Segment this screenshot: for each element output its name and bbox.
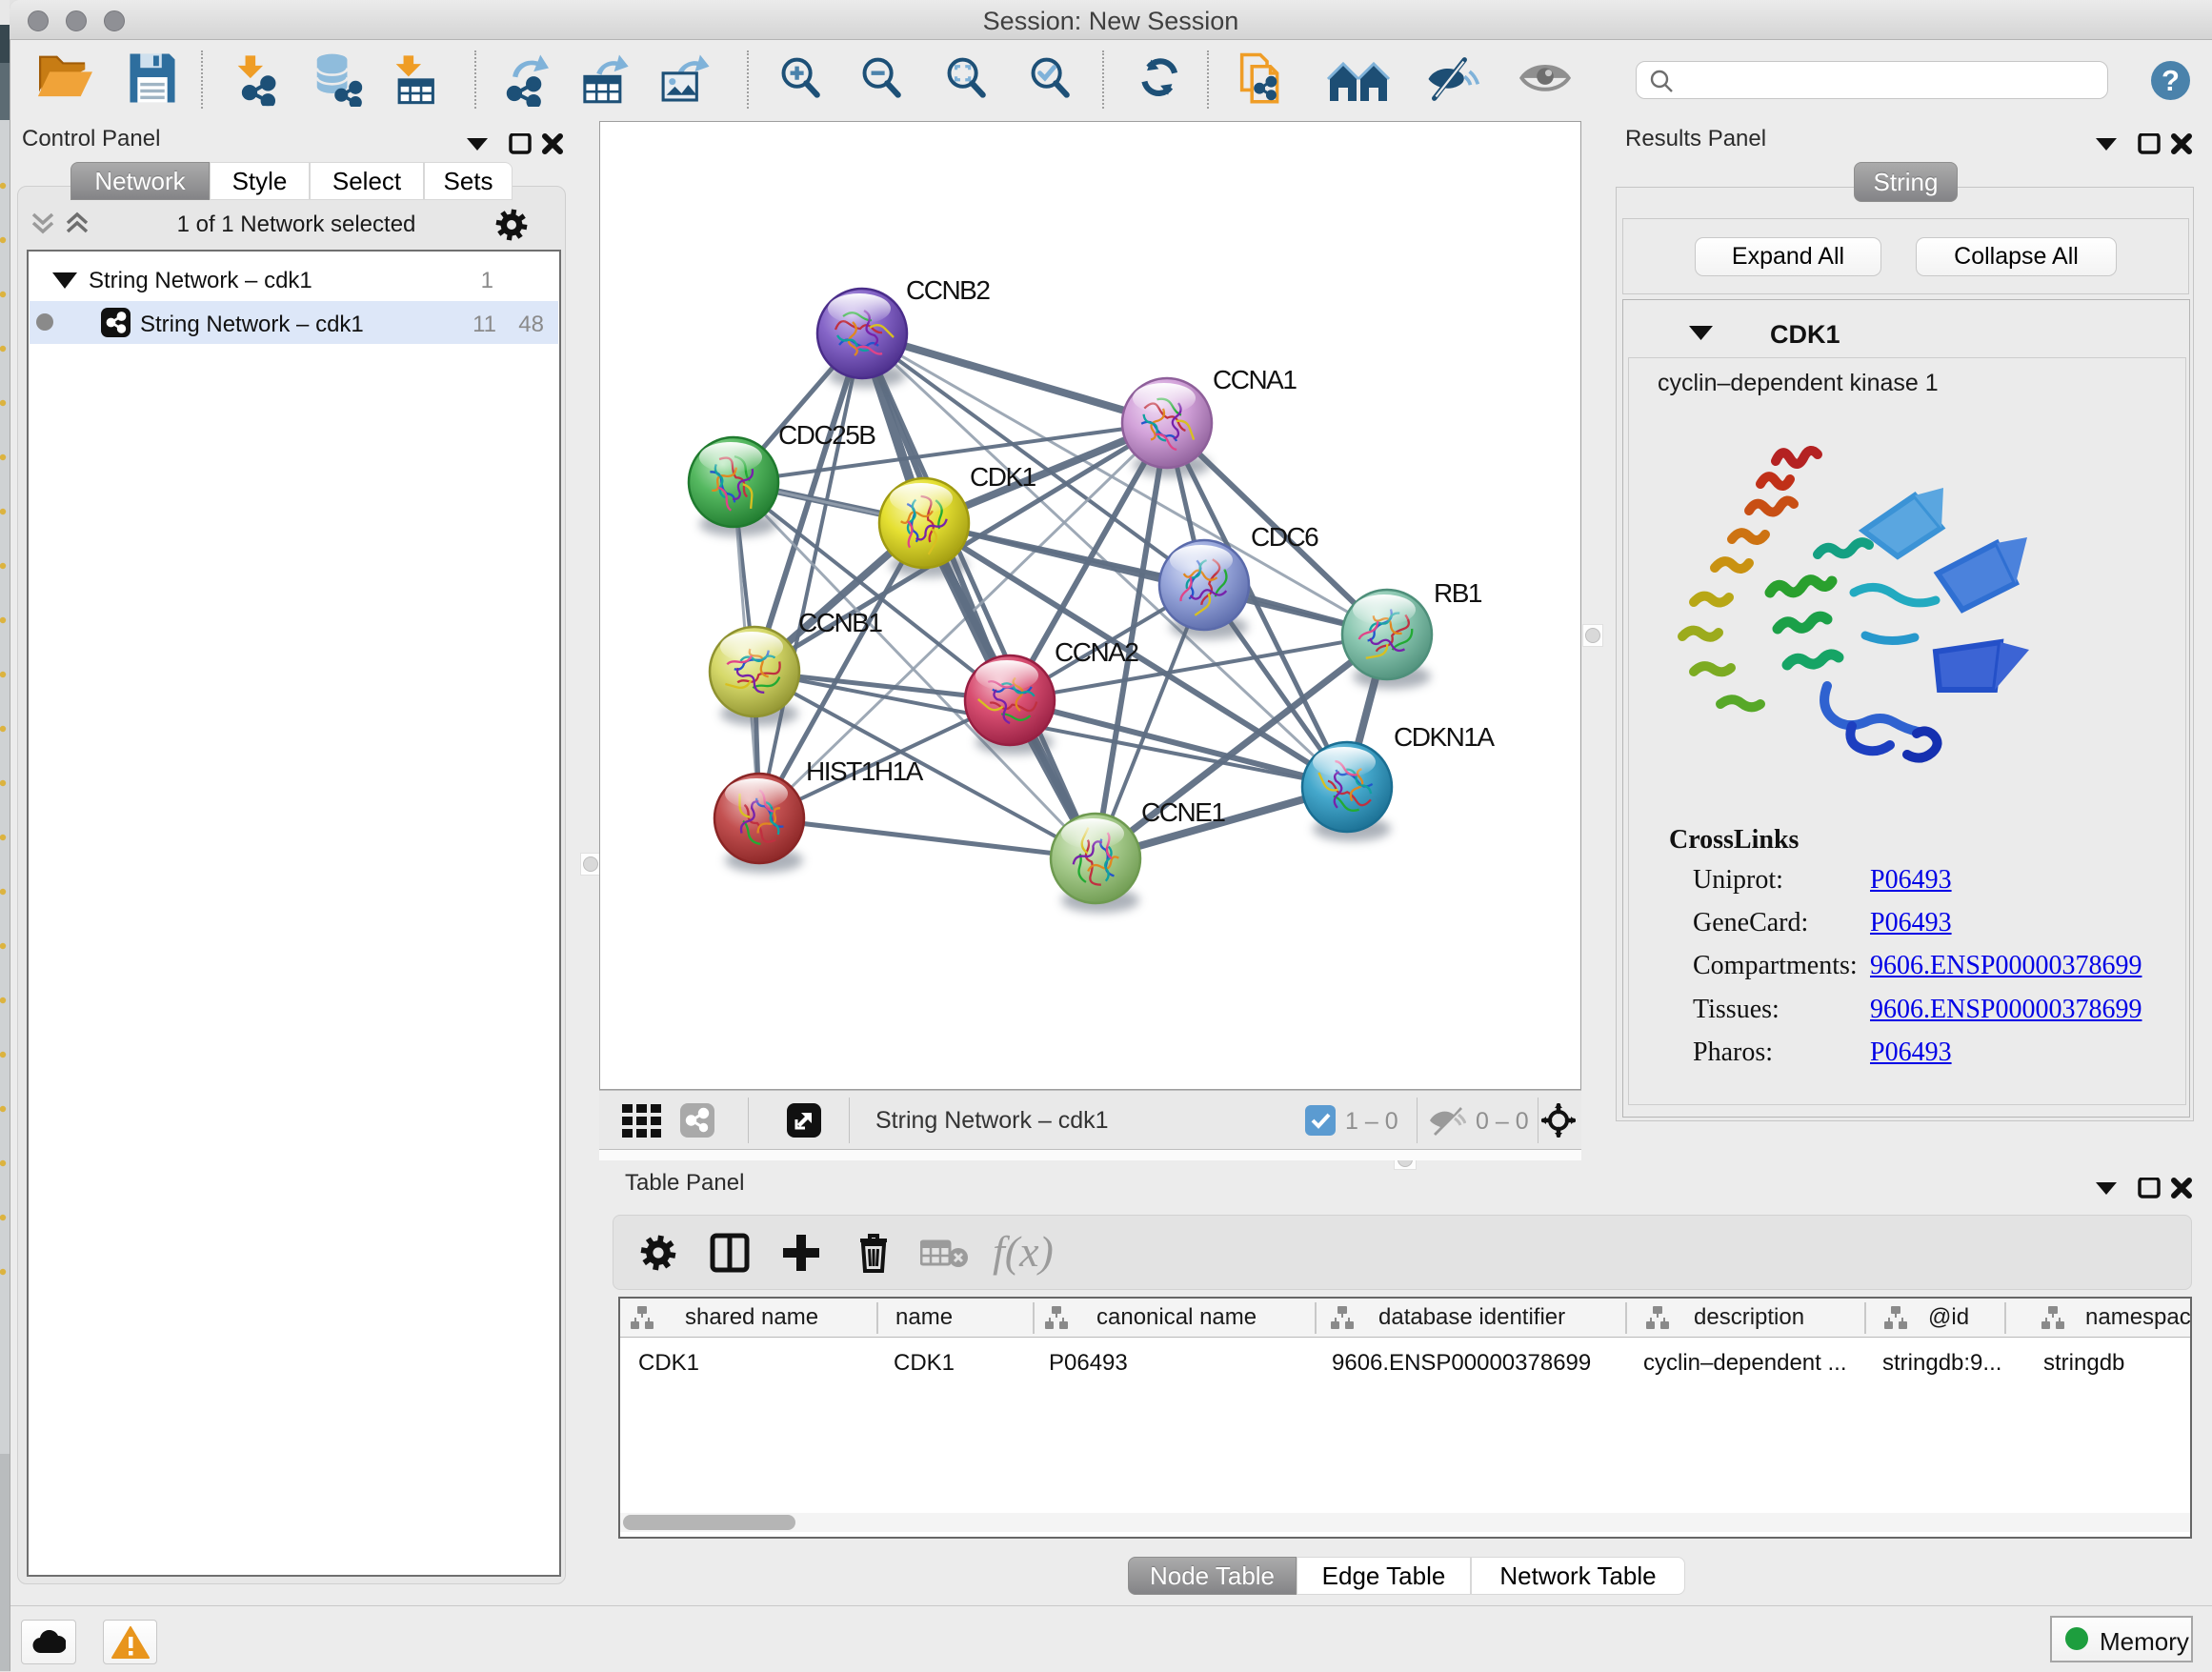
svg-text:CCNE1: CCNE1 (1141, 797, 1225, 827)
svg-text:CCNA1: CCNA1 (1213, 365, 1297, 394)
svg-text:CDC6: CDC6 (1251, 522, 1318, 552)
svg-text:HIST1H1A: HIST1H1A (806, 756, 924, 786)
svg-text:CCNB2: CCNB2 (906, 275, 990, 305)
svg-text:CCNB1: CCNB1 (798, 608, 882, 637)
svg-text:CDKN1A: CDKN1A (1394, 722, 1495, 752)
svg-text:CCNA2: CCNA2 (1055, 637, 1138, 667)
svg-text:RB1: RB1 (1434, 578, 1482, 608)
svg-text:CDC25B: CDC25B (778, 420, 875, 450)
svg-text:CDK1: CDK1 (970, 462, 1036, 492)
